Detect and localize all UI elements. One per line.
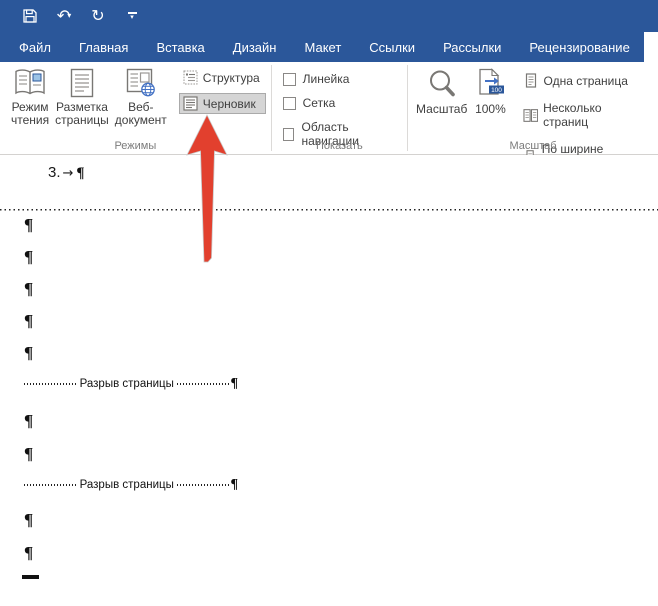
customize-quick-access-icon[interactable]: ▾ — [119, 4, 145, 28]
print-layout-icon — [69, 68, 95, 98]
ribbon-group-zoom: Масштаб 100 100% — [408, 62, 658, 154]
automatic-page-break-line — [0, 209, 658, 211]
zoom-100-label: 100% — [475, 103, 506, 116]
view-small-buttons: Структура Черновик — [179, 66, 266, 114]
page-break-dots — [24, 383, 77, 385]
multiple-pages-button[interactable]: Несколько страниц — [519, 98, 653, 132]
paragraph-mark: ¶ — [24, 511, 33, 528]
customize-caret: ▾ — [130, 15, 134, 20]
gridlines-label: Сетка — [303, 96, 336, 110]
draft-view-button[interactable]: Черновик — [179, 93, 266, 114]
one-page-icon — [523, 73, 539, 88]
save-icon[interactable] — [17, 4, 43, 28]
paragraph-mark: ¶ — [24, 248, 33, 265]
tab-mailings[interactable]: Рассылки — [429, 32, 515, 62]
gridlines-checkbox[interactable] — [283, 97, 296, 110]
navigation-pane-checkbox[interactable] — [283, 128, 295, 141]
paragraph-mark: ¶ — [24, 412, 33, 429]
print-layout-button[interactable]: Разметка страницы — [52, 66, 112, 129]
ruler-label: Линейка — [303, 72, 350, 86]
tab-file[interactable]: Файл — [5, 32, 65, 62]
zoom-icon — [426, 68, 458, 100]
read-mode-icon — [13, 68, 47, 98]
paragraph-mark: ¶ — [24, 312, 33, 329]
title-bar: ↶▾ ↻ ▾ — [0, 0, 658, 32]
tab-review[interactable]: Рецензирование — [515, 32, 643, 62]
page-break-dots — [177, 484, 230, 486]
page-break-dots — [177, 383, 230, 385]
draft-view-label: Черновик — [203, 97, 256, 111]
one-page-label: Одна страница — [544, 74, 628, 88]
manual-page-break-line: Разрыв страницы ¶ — [24, 478, 238, 492]
views-group-label: Режимы — [0, 140, 271, 152]
paragraph-mark: ¶ — [230, 478, 238, 492]
read-mode-label: Режим чтения — [11, 101, 49, 127]
redo-icon[interactable]: ↻ — [85, 4, 111, 28]
tab-layout[interactable]: Макет — [290, 32, 355, 62]
numbered-list-line: 3. → ¶ — [48, 164, 85, 181]
ribbon: Режим чтения Разметка страницы — [0, 62, 658, 155]
ruler-checkbox[interactable] — [283, 73, 296, 86]
paragraph-mark: ¶ — [24, 280, 33, 297]
tab-references[interactable]: Ссылки — [355, 32, 429, 62]
tab-view[interactable]: Вид — [644, 32, 658, 62]
web-layout-button[interactable]: Веб- документ — [112, 66, 170, 129]
ribbon-group-show: Линейка Сетка Область навигации Показать — [272, 62, 407, 154]
ribbon-tab-row: Файл Главная Вставка Дизайн Макет Ссылки… — [0, 32, 658, 62]
show-checkboxes: Линейка Сетка Область навигации — [277, 66, 402, 148]
multiple-pages-label: Несколько страниц — [543, 101, 647, 129]
undo-icon[interactable]: ↶▾ — [51, 4, 77, 28]
tab-design[interactable]: Дизайн — [219, 32, 291, 62]
zoom-button[interactable]: Масштаб — [413, 66, 470, 118]
show-group-label: Показать — [272, 140, 407, 152]
paragraph-mark: ¶ — [76, 166, 84, 181]
undo-dropdown-caret[interactable]: ▾ — [67, 12, 71, 20]
document-canvas[interactable]: 3. → ¶ ¶ ¶ ¶ ¶ ¶ Разрыв страницы ¶ ¶ ¶ Р… — [0, 155, 658, 605]
word-window: ↶▾ ↻ ▾ Файл Главная Вставка Дизайн Макет… — [0, 0, 658, 606]
outline-view-icon — [183, 70, 198, 85]
web-layout-icon — [125, 68, 157, 98]
page-break-label: Разрыв страницы — [77, 479, 177, 491]
zoom-button-label: Масштаб — [416, 103, 467, 116]
ribbon-group-views: Режим чтения Разметка страницы — [0, 62, 271, 154]
gridlines-checkbox-row[interactable]: Сетка — [283, 96, 398, 110]
svg-text:100: 100 — [491, 87, 502, 94]
multiple-pages-icon — [523, 108, 539, 123]
manual-page-break-line: Разрыв страницы ¶ — [24, 377, 238, 391]
zoom-100-icon: 100 — [475, 68, 505, 100]
outline-view-button[interactable]: Структура — [179, 67, 266, 88]
list-number: 3. — [48, 164, 61, 181]
tab-insert[interactable]: Вставка — [142, 32, 218, 62]
web-layout-label: Веб- документ — [115, 101, 167, 127]
tab-character-mark: → — [63, 166, 74, 181]
ruler-checkbox-row[interactable]: Линейка — [283, 72, 398, 86]
page-break-label: Разрыв страницы — [77, 378, 177, 390]
draft-view-icon — [183, 96, 198, 111]
paragraph-mark: ¶ — [24, 445, 33, 462]
print-layout-label: Разметка страницы — [55, 101, 109, 127]
paragraph-mark: ¶ — [24, 544, 33, 561]
redo-glyph: ↻ — [91, 8, 104, 24]
read-mode-button[interactable]: Режим чтения — [8, 66, 52, 129]
end-of-document-mark — [22, 575, 39, 579]
zoom-100-button[interactable]: 100 100% — [470, 66, 510, 118]
page-break-dots — [24, 484, 77, 486]
paragraph-mark: ¶ — [24, 344, 33, 361]
outline-view-label: Структура — [203, 71, 260, 85]
one-page-button[interactable]: Одна страница — [519, 70, 653, 91]
paragraph-mark: ¶ — [24, 216, 33, 233]
tab-home[interactable]: Главная — [65, 32, 142, 62]
zoom-group-label: Масштаб — [408, 140, 658, 152]
paragraph-mark: ¶ — [230, 377, 238, 391]
